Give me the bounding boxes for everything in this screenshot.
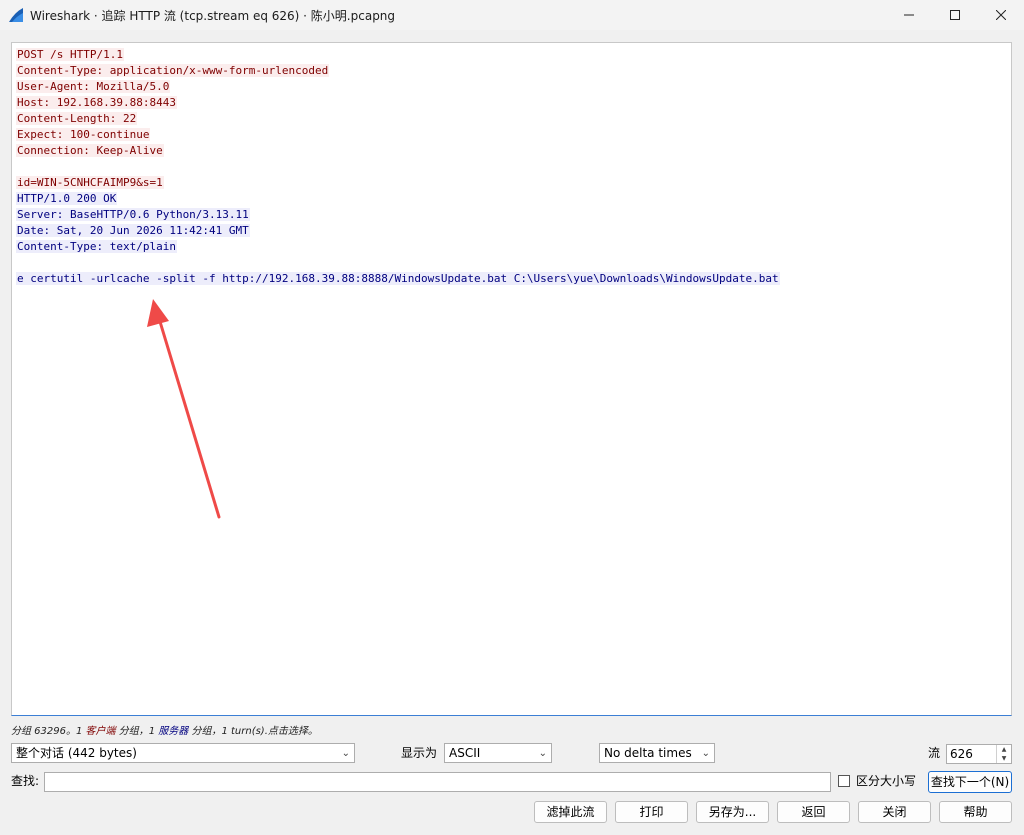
close-icon: [996, 10, 1006, 20]
delta-times-select[interactable]: No delta times ⌄: [599, 743, 715, 763]
find-input[interactable]: [44, 772, 831, 792]
case-sensitive-checkbox[interactable]: [838, 775, 850, 787]
status-text: 分组，1 turn(s).点击选择。: [188, 726, 318, 737]
delta-times-value: No delta times: [604, 746, 692, 760]
show-as-label: 显示为: [401, 746, 438, 760]
chevron-down-icon: ⌄: [341, 748, 350, 759]
title-bar: Wireshark · 追踪 HTTP 流 (tcp.stream eq 626…: [0, 0, 1024, 30]
show-as-value: ASCII: [449, 746, 481, 760]
find-label: 查找:: [11, 774, 40, 788]
stream-content-pane[interactable]: POST /s HTTP/1.1 Content-Type: applicati…: [11, 42, 1012, 716]
status-text: 分组 63296。1: [11, 726, 86, 737]
close-window-button[interactable]: [978, 0, 1024, 30]
minimize-icon: [904, 14, 914, 16]
conversation-select-value: 整个对话 (442 bytes): [16, 746, 137, 760]
close-button[interactable]: 关闭: [858, 801, 931, 823]
maximize-icon: [950, 10, 960, 20]
back-button[interactable]: 返回: [777, 801, 850, 823]
status-client-label: 客户端: [85, 726, 116, 737]
stream-label: 流: [928, 746, 941, 760]
chevron-down-icon: ⌄: [538, 748, 547, 759]
annotation-arrow: [147, 299, 221, 519]
print-button[interactable]: 打印: [615, 801, 688, 823]
show-as-select[interactable]: ASCII ⌄: [444, 743, 552, 763]
chevron-down-icon: ⌄: [701, 748, 710, 759]
save-as-button[interactable]: 另存为...: [696, 801, 769, 823]
stream-number-spinbox[interactable]: 626 ▲ ▼: [946, 744, 1012, 764]
window-title: Wireshark · 追踪 HTTP 流 (tcp.stream eq 626…: [30, 8, 396, 23]
help-button[interactable]: 帮助: [939, 801, 1012, 823]
status-text: 分组，1: [115, 726, 159, 737]
status-server-label: 服务器: [158, 726, 189, 737]
conversation-select[interactable]: 整个对话 (442 bytes) ⌄: [11, 743, 355, 763]
case-sensitive-label: 区分大小写: [856, 774, 917, 788]
maximize-button[interactable]: [932, 0, 978, 30]
spin-arrows-icon[interactable]: ▲ ▼: [996, 745, 1011, 763]
find-next-button[interactable]: 查找下一个(N): [928, 771, 1012, 793]
filter-out-stream-button[interactable]: 滤掉此流: [534, 801, 607, 823]
minimize-button[interactable]: [886, 0, 932, 30]
wireshark-fin-icon: [9, 8, 23, 22]
window-controls: [886, 0, 1024, 30]
stream-status: 分组 63296。1 客户端 分组，1 服务器 分组，1 turn(s).点击选…: [11, 722, 318, 737]
stream-number-value: 626: [950, 747, 973, 761]
